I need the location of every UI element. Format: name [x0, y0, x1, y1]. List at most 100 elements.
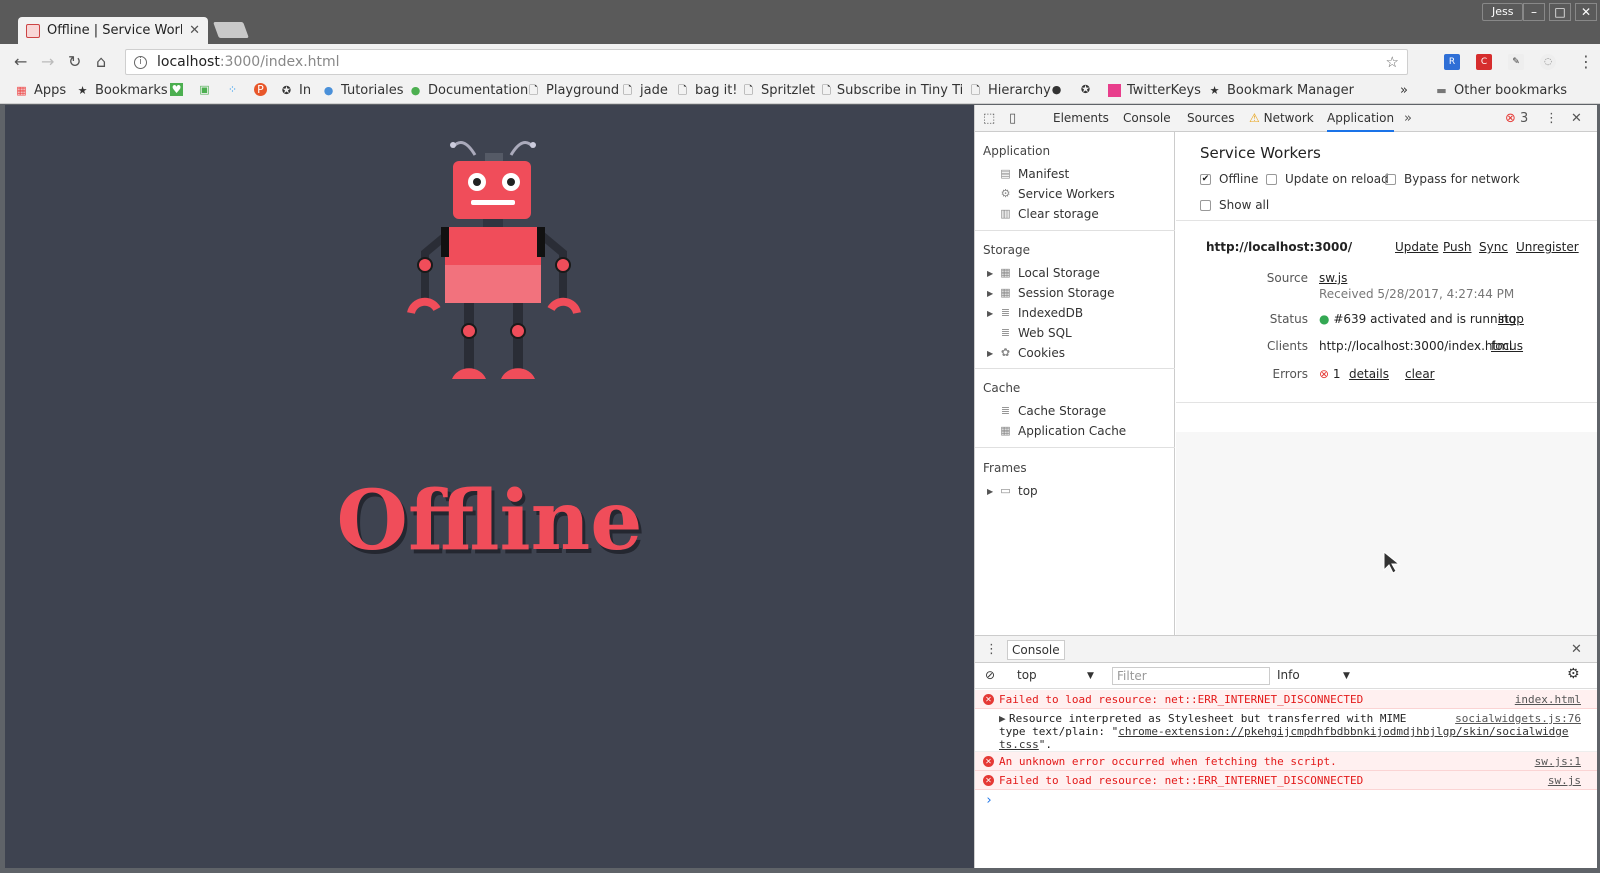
chrome-menu-icon[interactable]: ⋮: [1578, 52, 1594, 71]
clear-link[interactable]: clear: [1405, 367, 1435, 381]
close-window-icon[interactable]: ✕: [1575, 3, 1597, 21]
bookmark-ef[interactable]: ●: [1050, 83, 1069, 96]
bookmark-other[interactable]: ▬ Other bookmarks: [1435, 83, 1567, 98]
expand-arrow-icon[interactable]: ▶: [987, 309, 999, 318]
bookmark-star-circle[interactable]: ✪: [1079, 83, 1098, 96]
bookmark-hierarchy[interactable]: 🗋 Hierarchy: [969, 83, 1051, 98]
offline-checkbox[interactable]: ✔ Offline: [1200, 172, 1258, 186]
stop-link[interactable]: stop: [1498, 312, 1524, 326]
sidebar-item-cache-storage[interactable]: ≣ Cache Storage: [999, 404, 1106, 418]
push-link[interactable]: Push: [1443, 240, 1472, 254]
bookmark-producthunt[interactable]: P: [254, 83, 273, 96]
sidebar-item-local-storage[interactable]: ▶ ▦ Local Storage: [987, 266, 1100, 280]
sync-link[interactable]: Sync: [1479, 240, 1508, 254]
maximize-icon[interactable]: □: [1549, 3, 1571, 21]
extension-r-icon[interactable]: R: [1444, 54, 1460, 70]
minimize-icon[interactable]: –: [1523, 3, 1545, 21]
context-select[interactable]: top: [1017, 668, 1037, 682]
bookmark-playground[interactable]: 🗋 Playground: [527, 83, 619, 98]
unregister-link[interactable]: Unregister: [1516, 240, 1579, 254]
tab-elements[interactable]: Elements: [1053, 111, 1109, 125]
extension-cors-icon[interactable]: C: [1476, 54, 1492, 70]
sidebar-item-web-sql[interactable]: ≣ Web SQL: [999, 326, 1072, 340]
expand-arrow-icon[interactable]: ▶: [987, 269, 999, 278]
sidebar-item-frame-top[interactable]: ▶ ▭ top: [987, 484, 1038, 498]
bookmark-star-icon[interactable]: ☆: [1386, 53, 1399, 71]
bookmark-jade[interactable]: 🗋 jade: [621, 83, 668, 98]
console-settings-gear-icon[interactable]: ⚙: [1567, 666, 1580, 682]
bookmark-tinytiny[interactable]: 🗋 Subscribe in Tiny Ti: [822, 83, 962, 98]
expand-arrow-icon[interactable]: ▶: [987, 487, 999, 496]
bookmarks-overflow[interactable]: »: [1400, 83, 1408, 98]
bookmark-manager[interactable]: ★ Bookmark Manager: [1208, 83, 1354, 98]
message-source-link[interactable]: index.html: [1515, 693, 1581, 706]
chevron-down-icon[interactable]: ▼: [1343, 671, 1350, 681]
bookmark-dots[interactable]: ⁘: [226, 83, 245, 96]
message-source-link[interactable]: socialwidgets.js:76: [1455, 712, 1581, 725]
profile-button[interactable]: Jess: [1482, 3, 1524, 21]
bookmark-spritzlet[interactable]: 🗋 Spritzlet: [742, 83, 815, 98]
clients-url: http://localhost:3000/index.html: [1319, 339, 1513, 353]
focus-link[interactable]: focus: [1491, 339, 1523, 353]
home-icon[interactable]: ⌂: [96, 52, 106, 71]
details-link[interactable]: details: [1349, 367, 1389, 381]
extension-css-link[interactable]: chrome-extension://pkehgijcmpdhfbdbbnkij…: [1118, 725, 1568, 738]
devtools-menu-icon[interactable]: ⋮: [1545, 111, 1558, 126]
update-on-reload-checkbox[interactable]: Update on reload: [1266, 172, 1389, 186]
device-toolbar-icon[interactable]: ▯: [1009, 111, 1016, 126]
forward-arrow-icon[interactable]: →: [41, 52, 54, 71]
address-bar[interactable]: i localhost:3000/index.html ☆: [125, 49, 1408, 75]
tab-title: Offline | Service Worke: [47, 23, 182, 38]
new-tab-button[interactable]: [213, 22, 249, 38]
site-info-icon[interactable]: i: [134, 55, 147, 69]
sidebar-item-service-workers[interactable]: ⚙ Service Workers: [999, 187, 1115, 201]
show-all-checkbox[interactable]: Show all: [1200, 198, 1269, 212]
error-counter[interactable]: ⊗ 3: [1505, 111, 1528, 126]
expand-arrow-icon[interactable]: ▶: [999, 712, 1006, 725]
chevron-down-icon[interactable]: ▼: [1087, 671, 1094, 681]
drawer-tab-console[interactable]: Console: [1007, 640, 1065, 660]
extension-pen-icon[interactable]: ✎: [1508, 54, 1524, 70]
message-source-link[interactable]: sw.js:1: [1535, 755, 1581, 768]
source-file-link[interactable]: sw.js: [1319, 271, 1347, 285]
bookmark-documentation[interactable]: ● Documentation: [409, 83, 529, 98]
bookmark-bookmarks[interactable]: ★ Bookmarks: [76, 83, 168, 98]
expand-arrow-icon[interactable]: ▶: [987, 289, 999, 298]
browser-tab[interactable]: Offline | Service Worke ✕: [18, 17, 208, 44]
extension-circle-icon[interactable]: ◌: [1540, 54, 1556, 70]
bookmark-apps[interactable]: ▦ Apps: [15, 83, 66, 98]
console-filter-input[interactable]: Filter: [1112, 667, 1270, 685]
sidebar-item-application-cache[interactable]: ▦ Application Cache: [999, 424, 1126, 438]
bookmark-heart[interactable]: ♥: [170, 83, 189, 96]
bookmark-green[interactable]: ▣: [198, 83, 217, 96]
bypass-for-network-checkbox[interactable]: Bypass for network: [1385, 172, 1520, 186]
sidebar-item-session-storage[interactable]: ▶ ▦ Session Storage: [987, 286, 1115, 300]
more-tabs-icon[interactable]: »: [1404, 111, 1412, 126]
tab-network[interactable]: ⚠ Network: [1249, 111, 1314, 125]
extension-css-link-end[interactable]: ts.css: [999, 738, 1039, 751]
drawer-menu-icon[interactable]: ⋮: [985, 642, 998, 657]
expand-arrow-icon[interactable]: ▶: [987, 349, 999, 358]
tab-sources[interactable]: Sources: [1187, 111, 1234, 125]
reload-icon[interactable]: ↻: [68, 52, 81, 71]
sidebar-item-clear-storage[interactable]: ▥ Clear storage: [999, 207, 1099, 221]
sidebar-item-indexeddb[interactable]: ▶ ≣ IndexedDB: [987, 306, 1083, 320]
bookmark-in[interactable]: ✪ In: [280, 83, 311, 98]
close-devtools-icon[interactable]: ✕: [1571, 111, 1582, 126]
sidebar-item-manifest[interactable]: ▤ Manifest: [999, 167, 1069, 181]
bookmark-bagit[interactable]: 🗋 bag it!: [676, 83, 737, 98]
bookmark-tutoriales[interactable]: ● Tutoriales: [322, 83, 404, 98]
bookmark-twitterkeys[interactable]: TwitterKeys: [1108, 83, 1201, 98]
inspect-element-icon[interactable]: ⬚: [983, 111, 995, 126]
tab-console[interactable]: Console: [1123, 111, 1171, 125]
back-arrow-icon[interactable]: ←: [14, 52, 27, 71]
sidebar-item-cookies[interactable]: ▶ ✿ Cookies: [987, 346, 1065, 360]
update-link[interactable]: Update: [1395, 240, 1438, 254]
console-prompt[interactable]: ›: [975, 792, 1597, 812]
message-source-link[interactable]: sw.js: [1548, 774, 1581, 787]
clear-console-icon[interactable]: ⊘: [985, 668, 995, 682]
tab-application[interactable]: Application: [1327, 111, 1395, 132]
close-drawer-icon[interactable]: ✕: [1571, 642, 1582, 657]
log-level-select[interactable]: Info: [1277, 668, 1300, 682]
close-tab-icon[interactable]: ✕: [189, 23, 200, 38]
